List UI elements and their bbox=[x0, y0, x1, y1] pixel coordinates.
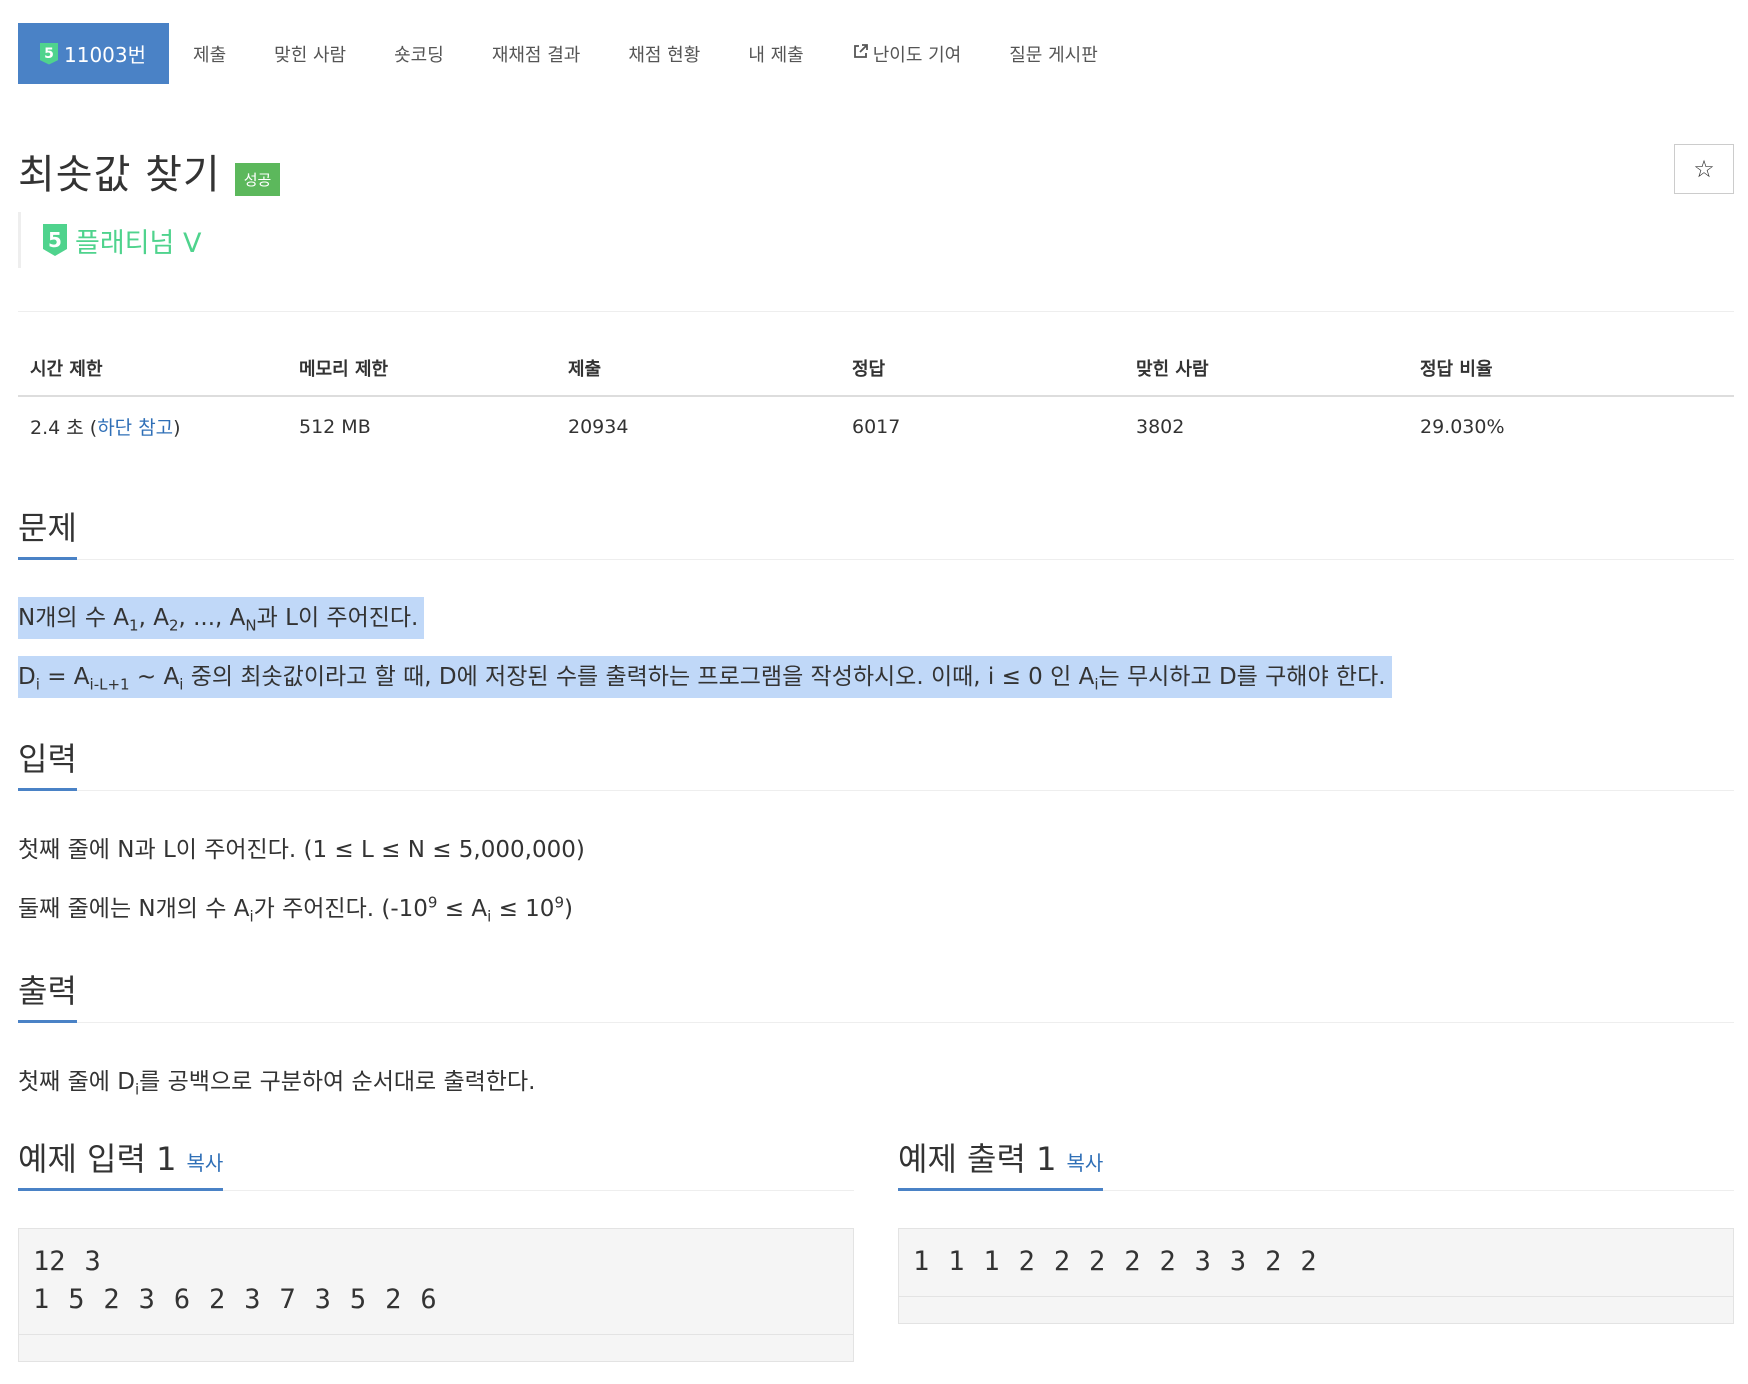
star-icon: ☆ bbox=[1693, 155, 1715, 183]
divider bbox=[18, 311, 1734, 312]
time-limit-value: 2.4 초 ( bbox=[30, 417, 98, 439]
accepted-cell: 6017 bbox=[852, 415, 901, 438]
tab-solvers[interactable]: 맞힌 사람 bbox=[250, 23, 370, 84]
sample-output-headline: 예제 출력 1 복사 bbox=[898, 1133, 1734, 1191]
highlighted-text: Di = Ai-L+1 ~ Ai 중의 최솟값이라고 할 때, D에 저장된 수… bbox=[18, 656, 1392, 698]
header-accepted: 정답 bbox=[840, 345, 1124, 397]
header-time-limit: 시간 제한 bbox=[18, 345, 287, 397]
tab-problem[interactable]: 5 11003번 bbox=[18, 23, 170, 84]
memory-limit-cell: 512 MB bbox=[299, 415, 371, 438]
tab-qna-board[interactable]: 질문 게시판 bbox=[985, 23, 1122, 84]
table-row: 2.4 초 (하단 참고) 512 MB 20934 6017 3802 29.… bbox=[18, 396, 1734, 456]
external-link-icon bbox=[852, 43, 869, 65]
sample-input-box[interactable]: 12 3 1 5 2 3 6 2 3 7 3 5 2 6 bbox=[18, 1228, 854, 1362]
page-title: 최솟값 찾기 bbox=[18, 152, 221, 198]
problem-tier: 5 플래티넘 V bbox=[18, 212, 201, 268]
output-title: 출력 bbox=[18, 966, 77, 1023]
problem-nav: 5 11003번 제출 맞힌 사람 숏코딩 재채점 결과 채점 현황 내 제출 … bbox=[18, 23, 1122, 84]
platinum-tier-badge-icon: 5 bbox=[43, 224, 67, 256]
ratio-cell: 29.030% bbox=[1420, 415, 1505, 438]
input-headline: 입력 bbox=[18, 733, 1734, 791]
sample-input-resize-bar bbox=[19, 1334, 853, 1361]
problem-title-row: 최솟값 찾기 성공 bbox=[18, 142, 281, 200]
sample-input-text: 12 3 1 5 2 3 6 2 3 7 3 5 2 6 bbox=[33, 1246, 437, 1315]
tab-problem-label: 11003번 bbox=[64, 43, 147, 67]
solvers-cell: 3802 bbox=[1136, 415, 1185, 438]
time-limit-cell: 2.4 초 (하단 참고) bbox=[18, 396, 287, 456]
tab-difficulty-contribution[interactable]: 난이도 기여 bbox=[828, 23, 986, 84]
problem-info-table: 시간 제한 메모리 제한 제출 정답 맞힌 사람 정답 비율 2.4 초 (하단… bbox=[18, 345, 1734, 456]
tab-rejudge-results[interactable]: 재채점 결과 bbox=[468, 23, 605, 84]
description-headline: 문제 bbox=[18, 502, 1734, 560]
header-memory-limit: 메모리 제한 bbox=[287, 345, 556, 397]
tab-submit[interactable]: 제출 bbox=[169, 23, 250, 84]
description-title: 문제 bbox=[18, 503, 77, 560]
description-line-2: Di = Ai-L+1 ~ Ai 중의 최솟값이라고 할 때, D에 저장된 수… bbox=[18, 656, 1392, 698]
sample-output-title: 예제 출력 1 복사 bbox=[898, 1134, 1104, 1191]
sample-output-text: 1 1 1 2 2 2 2 2 3 3 2 2 bbox=[913, 1246, 1317, 1277]
time-limit-close: ) bbox=[173, 417, 181, 439]
highlighted-text: N개의 수 A1, A2, ..., AN과 L이 주어진다. bbox=[18, 597, 425, 639]
copy-input-button[interactable]: 복사 bbox=[186, 1151, 223, 1175]
tab-my-submissions[interactable]: 내 제출 bbox=[724, 23, 827, 84]
header-submissions: 제출 bbox=[556, 345, 840, 397]
output-headline: 출력 bbox=[18, 965, 1734, 1023]
input-desc-line-2: 둘째 줄에는 N개의 수 Ai가 주어진다. (-109 ≤ Ai ≤ 109) bbox=[18, 893, 573, 926]
header-solvers: 맞힌 사람 bbox=[1124, 345, 1408, 397]
time-limit-note-link[interactable]: 하단 참고 bbox=[97, 417, 173, 439]
output-desc: 첫째 줄에 Di를 공백으로 구분하여 순서대로 출력한다. bbox=[18, 1069, 536, 1099]
tab-short-coding[interactable]: 숏코딩 bbox=[370, 23, 468, 84]
tab-judge-status[interactable]: 채점 현황 bbox=[604, 23, 724, 84]
favorite-star-button[interactable]: ☆ bbox=[1674, 144, 1734, 194]
description-line-1: N개의 수 A1, A2, ..., AN과 L이 주어진다. bbox=[18, 597, 425, 639]
status-badge: 성공 bbox=[234, 162, 281, 196]
platinum-tier-icon: 5 bbox=[40, 42, 58, 65]
tier-name: 플래티넘 V bbox=[75, 227, 202, 259]
tab-difficulty-label: 난이도 기여 bbox=[872, 44, 962, 66]
sample-output-resize-bar bbox=[899, 1296, 1733, 1323]
input-title: 입력 bbox=[18, 734, 77, 791]
submissions-cell: 20934 bbox=[568, 415, 629, 438]
input-desc-line-1: 첫째 줄에 N과 L이 주어진다. (1 ≤ L ≤ N ≤ 5,000,000… bbox=[18, 837, 585, 863]
sample-input-title: 예제 입력 1 복사 bbox=[18, 1134, 224, 1191]
copy-output-button[interactable]: 복사 bbox=[1066, 1151, 1103, 1175]
sample-output-box[interactable]: 1 1 1 2 2 2 2 2 3 3 2 2 bbox=[898, 1228, 1734, 1324]
sample-input-headline: 예제 입력 1 복사 bbox=[18, 1133, 854, 1191]
problem-page: 5 11003번 제출 맞힌 사람 숏코딩 재채점 결과 채점 현황 내 제출 … bbox=[0, 0, 1748, 1384]
header-ratio: 정답 비율 bbox=[1408, 345, 1734, 397]
